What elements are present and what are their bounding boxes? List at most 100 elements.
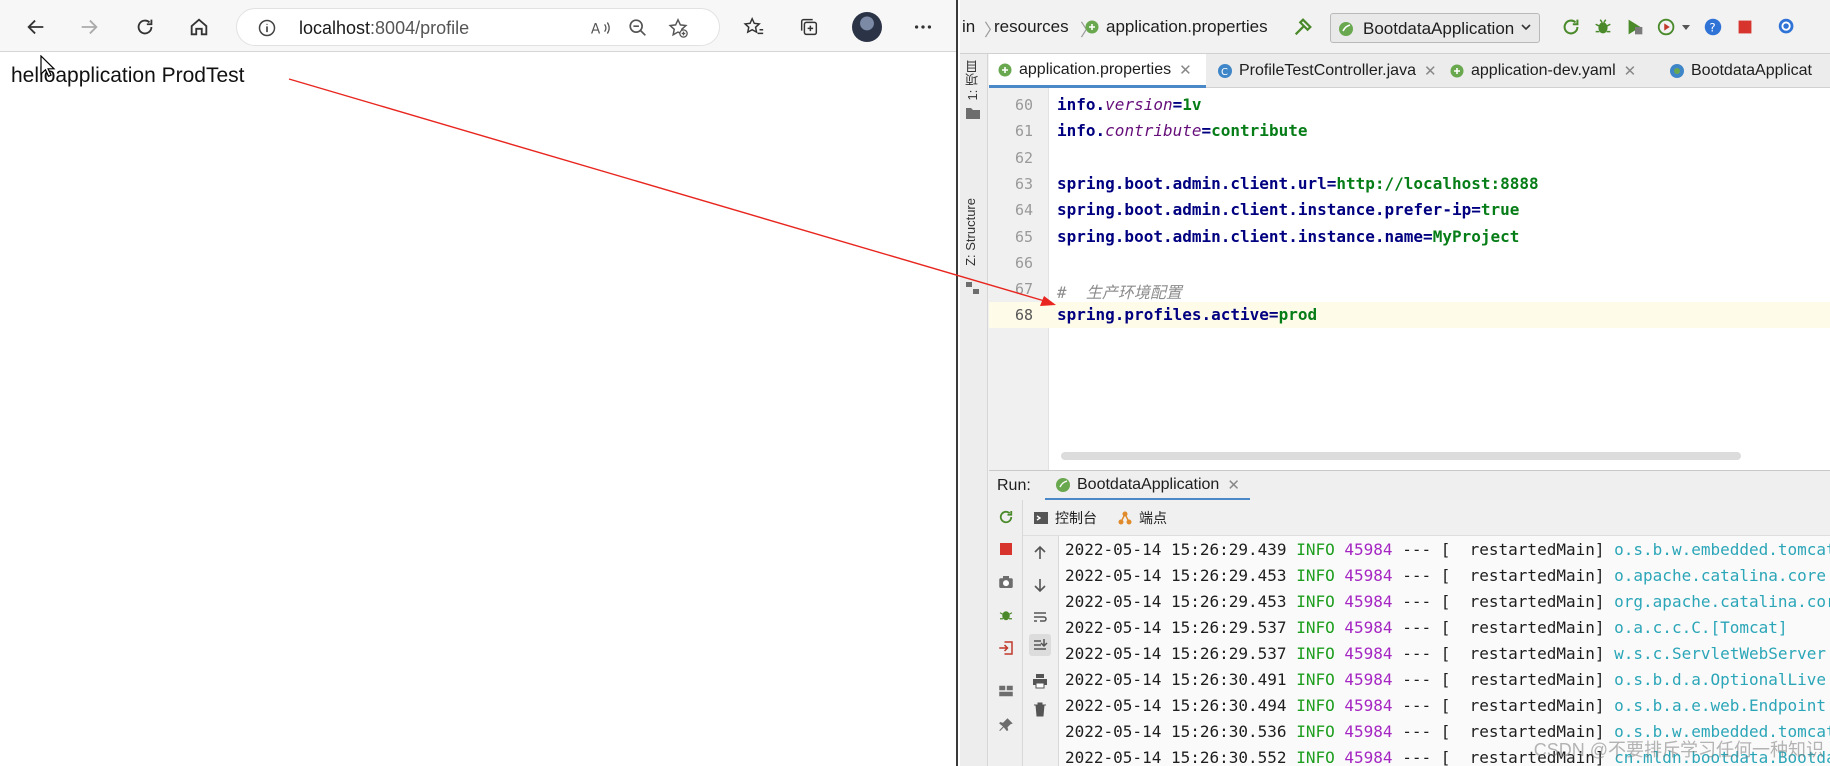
avatar[interactable] (852, 12, 882, 42)
chevron-down-icon[interactable] (1680, 23, 1692, 33)
refresh-icon[interactable] (128, 10, 162, 44)
address-bar[interactable]: localhost:8004/profile A (236, 8, 720, 46)
code-line[interactable]: 61 info.contribute=contribute (989, 118, 1830, 144)
stop-icon[interactable] (995, 538, 1017, 560)
line-number: 64 (1014, 201, 1033, 220)
horizontal-scrollbar[interactable] (1061, 452, 1741, 460)
search-everywhere-icon[interactable] (1776, 16, 1798, 38)
line-number: 60 (1014, 96, 1033, 114)
add-favorite-icon[interactable] (667, 17, 689, 39)
run-with-coverage-icon[interactable] (1624, 16, 1646, 38)
stop-icon[interactable] (1734, 16, 1756, 38)
code-text: spring.boot.admin.client.instance.name=M… (1057, 227, 1519, 246)
code-line[interactable]: 68 spring.profiles.active=prod (989, 302, 1830, 329)
property-equals: = (1172, 95, 1183, 114)
breadcrumb-resources[interactable]: resources (994, 17, 1069, 37)
debug-icon[interactable] (1592, 16, 1614, 38)
back-icon[interactable] (19, 10, 53, 44)
log-line: 2022-05-14 15:26:29.453 INFO 45984 --- [… (1065, 566, 1826, 592)
svg-text:A: A (591, 22, 601, 38)
close-icon[interactable]: ✕ (1624, 62, 1637, 80)
log-level: INFO (1296, 540, 1335, 559)
structure-tool-tab[interactable]: Z: Structure (963, 198, 978, 266)
log-timestamp: 2022-05-14 15:26:29.537 (1065, 618, 1287, 637)
rerun-icon[interactable] (995, 506, 1017, 528)
home-icon[interactable] (182, 10, 216, 44)
tab-profile-test-controller[interactable]: C ProfileTestController.java ✕ (1209, 54, 1437, 88)
rerun-icon[interactable] (1560, 16, 1582, 38)
log-logger: org.apache.catalina.core (1614, 592, 1830, 611)
run-tool-window-header: Run: BootdataApplication ✕ (989, 470, 1830, 501)
favorites-icon[interactable] (737, 10, 771, 44)
tab-endpoints[interactable]: 端点 (1117, 508, 1167, 528)
login-icon[interactable] (995, 637, 1017, 659)
spring-boot-icon (1056, 477, 1070, 492)
tab-application-properties[interactable]: application.properties ✕ (989, 54, 1206, 88)
spring-boot-icon (1670, 64, 1684, 78)
code-text: spring.profiles.active=prod (1057, 305, 1317, 324)
log-line: 2022-05-14 15:26:30.494 INFO 45984 --- [… (1065, 696, 1826, 722)
log-level: INFO (1296, 566, 1335, 585)
property-value: http://localhost:8888 (1336, 173, 1539, 193)
layout-icon[interactable] (995, 680, 1017, 702)
line-number: 67 (1014, 280, 1033, 299)
forward-icon[interactable] (72, 10, 106, 44)
code-text: info.contribute=contribute (1057, 121, 1307, 140)
console-output[interactable]: 2022-05-14 15:26:29.439 INFO 45984 --- [… (1059, 536, 1830, 766)
collections-icon[interactable] (792, 10, 826, 44)
code-line[interactable]: 63 spring.boot.admin.client.url=http://lo… (989, 171, 1830, 197)
profile-run-icon[interactable] (1656, 16, 1678, 38)
trash-icon[interactable] (1029, 698, 1051, 720)
tab-console[interactable]: 控制台 (1033, 508, 1097, 528)
property-equals: = (1268, 305, 1279, 325)
project-tool-tab[interactable]: 1: 项目 (963, 60, 982, 100)
code-text: # 生产环境配置 (1057, 279, 1182, 303)
run-configuration-select[interactable]: BootdataApplication (1330, 13, 1540, 43)
code-line[interactable]: 66 (989, 250, 1830, 276)
tab-bootdata-application[interactable]: BootdataApplicat (1661, 54, 1830, 88)
tab-label: 控制台 (1055, 510, 1097, 526)
more-icon[interactable] (906, 10, 940, 44)
read-aloud-icon[interactable]: A (589, 17, 611, 39)
build-hammer-icon[interactable] (1292, 16, 1314, 38)
log-logger: o.apache.catalina.core (1614, 566, 1827, 585)
property-equals: = (1423, 226, 1433, 246)
print-icon[interactable] (1029, 670, 1051, 692)
log-timestamp: 2022-05-14 15:26:30.494 (1065, 696, 1287, 715)
code-editor[interactable]: 60 info.version=1v 61 info.contribute=contr… (989, 88, 1830, 470)
code-line[interactable]: 65 spring.boot.admin.client.instance.name… (989, 224, 1830, 250)
camera-icon[interactable] (995, 571, 1017, 593)
property-value: prod (1278, 305, 1318, 325)
console-icon (1034, 512, 1048, 524)
arrow-down-icon[interactable] (1029, 574, 1051, 596)
arrow-up-icon[interactable] (1029, 542, 1051, 564)
close-icon[interactable]: ✕ (1424, 62, 1437, 80)
pin-icon[interactable] (995, 714, 1017, 736)
properties-file-icon (998, 63, 1012, 76)
zoom-out-icon[interactable] (627, 17, 649, 39)
run-tab-bootdata-application[interactable]: BootdataApplication ✕ (1045, 471, 1250, 501)
line-number: 63 (1014, 174, 1033, 193)
log-line: 2022-05-14 15:26:30.491 INFO 45984 --- [… (1065, 670, 1826, 696)
breadcrumb-main[interactable]: in (962, 17, 975, 37)
debug-icon[interactable] (995, 604, 1017, 626)
code-comment: # 生产环境配置 (1057, 283, 1182, 303)
log-thread: [ restartedMain] (1440, 592, 1605, 611)
tab-label: application-dev.yaml (1471, 62, 1616, 79)
breadcrumb-file[interactable]: application.properties (1106, 17, 1268, 37)
url-text[interactable]: localhost:8004/profile (299, 18, 469, 39)
property-key: info. (1057, 121, 1106, 141)
log-line: 2022-05-14 15:26:29.537 INFO 45984 --- [… (1065, 644, 1826, 670)
code-line[interactable]: 64 spring.boot.admin.client.instance.pref… (989, 197, 1830, 223)
code-line[interactable]: 60 info.version=1v (989, 92, 1830, 118)
log-level: INFO (1296, 592, 1335, 611)
code-line[interactable]: 67 # 生产环境配置 (989, 276, 1830, 302)
soft-wrap-icon[interactable] (1029, 606, 1051, 628)
close-icon[interactable]: ✕ (1227, 476, 1240, 494)
help-icon[interactable]: ? (1702, 16, 1724, 38)
scroll-to-end-icon[interactable] (1029, 634, 1051, 656)
tab-application-dev-yaml[interactable]: application-dev.yaml ✕ (1441, 54, 1659, 88)
close-icon[interactable]: ✕ (1179, 61, 1192, 79)
info-icon[interactable] (257, 18, 277, 38)
code-line[interactable]: 62 (989, 145, 1830, 171)
